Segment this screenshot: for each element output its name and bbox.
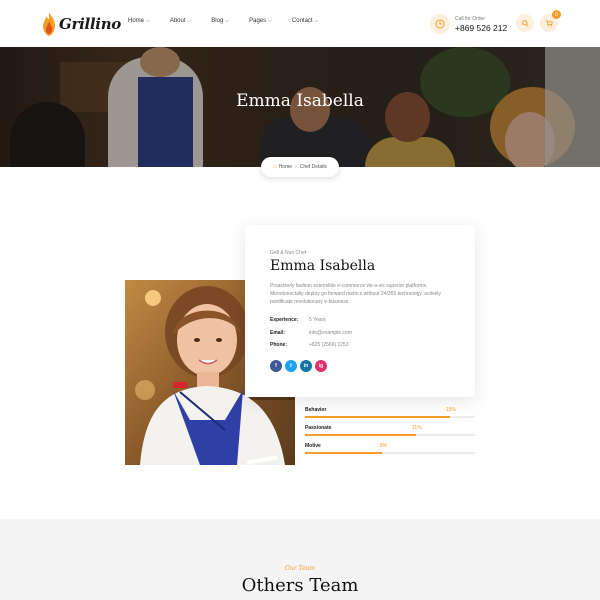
banner-title: Emma Isabella [236, 91, 364, 111]
skill-percent: 8% [380, 443, 388, 449]
section-title: Others Team [241, 575, 359, 596]
search-button[interactable] [516, 14, 534, 32]
info-value[interactable]: info@example.com [309, 330, 409, 336]
nav-item-about[interactable]: About ⌵ [170, 18, 191, 24]
instagram-icon[interactable]: ig [315, 360, 327, 372]
logo-text: Grillino [59, 15, 122, 33]
chevron-down-icon: ⌵ [268, 18, 272, 24]
nav-item-label: Home [128, 18, 145, 24]
flame-icon [43, 12, 55, 36]
skill-bar-fill [305, 434, 416, 436]
skill-bar-track [305, 434, 475, 436]
info-label: Email: [270, 330, 286, 336]
nav-item-contact[interactable]: Contact ⌵ [292, 18, 318, 24]
facebook-icon[interactable]: f [270, 360, 282, 372]
chevron-down-icon: ⌵ [225, 18, 230, 24]
search-icon [521, 19, 529, 27]
info-value[interactable]: +825 (2569) 1253 [309, 342, 409, 348]
site-header: Grillino Home ⌵ About ⌵ Blog ⌵ Pages ⌵ Conta… [0, 0, 600, 47]
nav-item-blog[interactable]: Blog ⌵ [211, 18, 229, 24]
section-subtitle: Our Team [285, 565, 315, 572]
nav-item-label: About [169, 18, 186, 24]
home-icon: ⌂ [273, 164, 277, 170]
call-label: Call for Order [455, 15, 486, 22]
cart-count-badge: 0 [552, 10, 561, 19]
skill-item: Passionate 11% [305, 425, 475, 443]
skill-name: Motive [305, 443, 321, 449]
skill-item: Motive 8% [305, 443, 475, 461]
nav-item-label: Contact [291, 18, 313, 24]
skill-bar-fill [305, 416, 450, 418]
social-links: f t in ig [270, 360, 330, 372]
call-number: +869 526 212 [455, 22, 508, 33]
breadcrumb-current: Chef Details [299, 164, 327, 170]
nav-item-label: Pages [249, 18, 267, 24]
info-label: Phone: [270, 342, 287, 348]
site-logo[interactable]: Grillino [40, 10, 121, 38]
main-nav: Home ⌵ About ⌵ Blog ⌵ Pages ⌵ Contact ⌵ [128, 18, 338, 24]
skills-list: Behavior 15% Passionate 11% Motive 8% [305, 407, 475, 461]
chevron-down-icon: ⌵ [314, 18, 319, 24]
chef-info-card: Grill & Nun Chef Emma Isabella Proactive… [245, 225, 475, 397]
call-for-order[interactable]: Call for Order +869 526 212 [430, 14, 507, 34]
team-section: Our Team Others Team [0, 519, 600, 600]
linkedin-icon[interactable]: in [300, 360, 312, 372]
skill-bar-fill [305, 452, 382, 454]
clock-icon [430, 14, 450, 34]
nav-item-label: Blog [211, 18, 224, 24]
breadcrumb: ⌂ Home › Chef Details [261, 157, 339, 177]
cart-button[interactable]: 0 [540, 10, 561, 32]
skill-bar-track [305, 452, 475, 454]
chef-description: Proactively fashion extensible e-commerc… [270, 283, 441, 305]
info-label: Experience: [270, 317, 299, 323]
breadcrumb-home-link[interactable]: Home [279, 164, 292, 170]
chef-role: Grill & Nun Chef [270, 250, 307, 256]
chef-name: Emma Isabella [270, 258, 376, 274]
skill-percent: 11% [412, 425, 422, 431]
chevron-down-icon: ⌵ [187, 18, 192, 24]
page-banner: Emma Isabella [0, 47, 600, 167]
skill-percent: 15% [446, 407, 457, 413]
skill-bar-track [305, 416, 475, 418]
chevron-down-icon: ⌵ [146, 18, 150, 24]
skill-item: Behavior 15% [305, 407, 475, 425]
skill-name: Passionate [305, 425, 332, 431]
info-value: 5 Years [309, 317, 326, 323]
twitter-icon[interactable]: t [285, 360, 297, 372]
nav-item-home[interactable]: Home ⌵ [128, 18, 150, 24]
nav-item-pages[interactable]: Pages ⌵ [249, 18, 272, 24]
cart-icon [545, 20, 553, 27]
breadcrumb-separator: › [295, 164, 297, 170]
